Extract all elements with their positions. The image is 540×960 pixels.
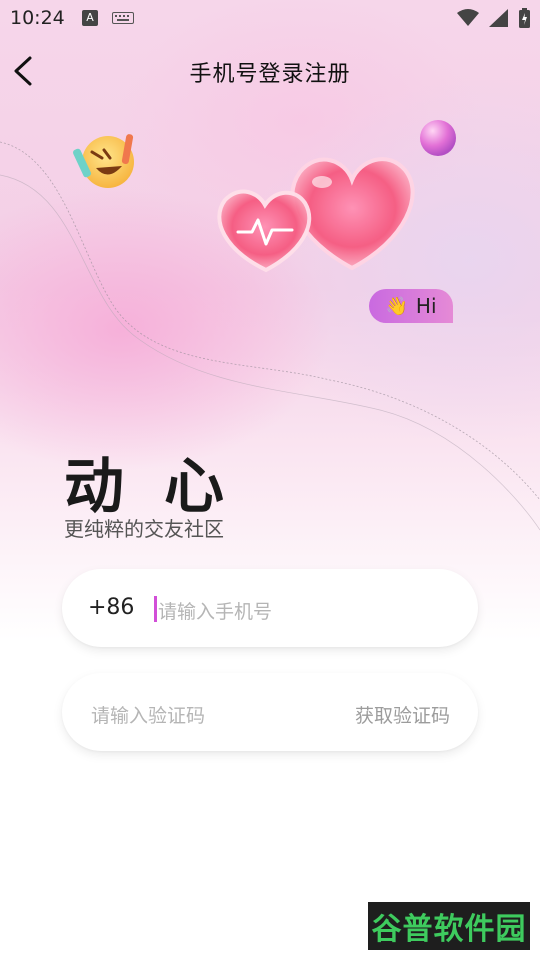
page-title: 手机号登录注册 (189, 62, 351, 87)
battery-charging-icon (519, 8, 530, 28)
hi-badge-text: Hi (415, 294, 437, 318)
watermark-logo: 谷普软件园 (368, 902, 530, 950)
signal-icon (489, 9, 508, 27)
hi-badge: 👋 Hi (369, 289, 453, 323)
phone-input-field[interactable]: +86 请输入手机号 (62, 569, 478, 647)
app-header: 手机号登录注册 (0, 36, 540, 106)
get-code-button[interactable]: 获取验证码 (355, 701, 450, 728)
brand-slogan: 更纯粹的交友社区 (64, 517, 224, 541)
verification-code-field[interactable]: 请输入验证码 获取验证码 (62, 673, 478, 751)
brand-name: 动心 (64, 452, 264, 522)
keyboard-icon (112, 12, 134, 24)
laughing-emoji-icon (73, 134, 134, 188)
country-code[interactable]: +86 (88, 595, 134, 620)
notification-a-icon: A (82, 10, 98, 26)
status-time: 10:24 (10, 7, 65, 29)
text-caret (154, 596, 157, 622)
waving-hand-icon: 👋 (385, 295, 408, 317)
wifi-icon (457, 9, 479, 26)
verification-code-input[interactable]: 请输入验证码 (91, 701, 205, 728)
phone-input[interactable]: 请输入手机号 (158, 597, 272, 624)
status-bar: 10:24 A (0, 0, 540, 36)
heart-small-icon (217, 189, 312, 273)
pink-ball-icon (420, 120, 456, 156)
